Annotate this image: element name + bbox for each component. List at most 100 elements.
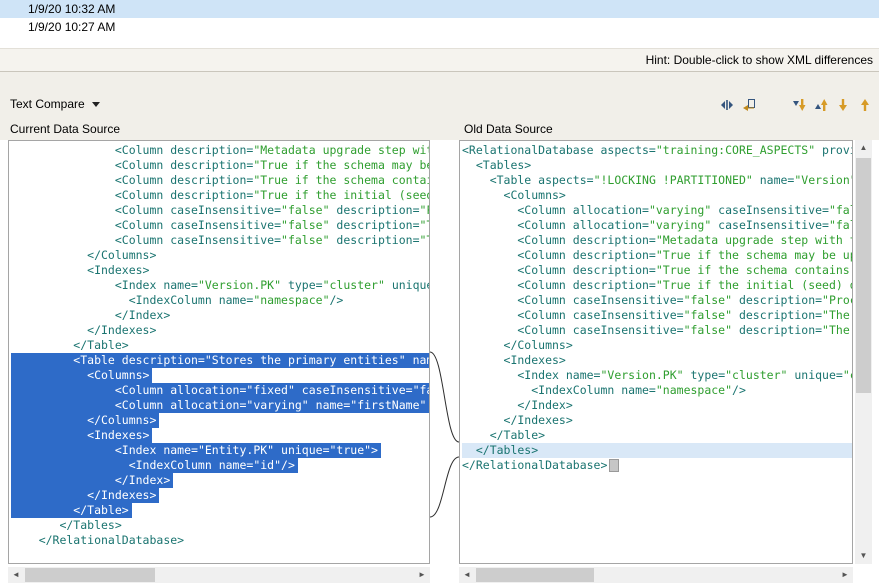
code-line[interactable]: <RelationalDatabase aspects="training:CO… (462, 143, 853, 158)
code-line[interactable]: <Column allocation="varying" caseInsensi… (462, 218, 853, 233)
viewer-switcher-dropdown[interactable]: Text Compare (10, 97, 100, 111)
code-line[interactable]: <Column description="Metadata upgrade st… (11, 143, 430, 158)
code-line[interactable]: <Column allocation="fixed" caseInsensiti… (11, 383, 430, 398)
code-token: "namespace" (656, 383, 732, 397)
history-item[interactable]: 1/9/20 10:27 AM (0, 18, 879, 36)
code-line[interactable]: </Columns> (11, 248, 156, 263)
next-difference-icon[interactable] (788, 95, 810, 115)
code-token: "cluster" (323, 278, 385, 292)
compare-toolbar-buttons (716, 95, 876, 115)
scroll-left-button[interactable]: ◄ (459, 567, 475, 583)
scroll-right-button[interactable]: ► (837, 567, 853, 583)
code-line[interactable]: </Table> (462, 428, 545, 443)
code-line[interactable]: </Columns> (462, 338, 573, 353)
copy-all-right-to-left-icon[interactable] (738, 95, 760, 115)
code-line[interactable]: </Index> (11, 473, 173, 488)
code-line[interactable]: <Column caseInsensitive="false" descript… (462, 308, 853, 323)
code-line[interactable]: <Column caseInsensitive="false" descript… (462, 323, 853, 338)
chevron-down-icon (92, 102, 100, 107)
code-line[interactable]: <Column description="True if the schema … (462, 263, 853, 278)
scroll-down-button[interactable]: ▼ (855, 548, 872, 564)
code-line[interactable]: </Indexes> (11, 323, 156, 338)
code-token: </Index> (462, 398, 573, 412)
code-token: > (371, 443, 378, 457)
code-line[interactable]: <Indexes> (11, 263, 149, 278)
code-line[interactable]: <Column caseInsensitive="false" descript… (11, 203, 430, 218)
code-line[interactable]: <IndexColumn name="id"/> (11, 458, 298, 473)
code-line[interactable]: </RelationalDatabase> (462, 458, 619, 473)
code-line[interactable]: <Column description="True if the initial… (11, 188, 430, 203)
code-line[interactable]: <Column description="True if the schema … (11, 158, 430, 173)
code-line[interactable]: <Column allocation="varying" caseInsensi… (462, 203, 853, 218)
code-token: <Column caseInsensitive= (11, 233, 281, 247)
code-token: <Table description= (11, 353, 205, 367)
code-token: "varying" (649, 203, 711, 217)
code-line[interactable]: <Column caseInsensitive="false" descript… (11, 233, 430, 248)
horizontal-scrollbar-thumb[interactable] (25, 568, 155, 582)
code-line[interactable]: </Table> (11, 338, 129, 353)
code-line[interactable]: <Column description="True if the schema … (462, 248, 853, 263)
code-line[interactable]: </Table> (11, 503, 132, 518)
code-line[interactable]: <Indexes> (11, 428, 152, 443)
code-line[interactable]: </Indexes> (462, 413, 573, 428)
code-token: </Columns> (11, 248, 156, 262)
code-token: <IndexColumn name= (11, 458, 253, 472)
code-line[interactable]: </Index> (11, 308, 170, 323)
code-line[interactable]: </Indexes> (11, 488, 159, 503)
code-line[interactable]: </Index> (462, 398, 573, 413)
code-line[interactable]: <Table description="Stores the primary e… (11, 353, 430, 368)
code-token: <Column caseInsensitive= (462, 293, 684, 307)
code-line[interactable]: <Index name="Entity.PK" unique="true"> (11, 443, 381, 458)
code-line[interactable]: <Column allocation="varying" name="first… (11, 398, 430, 413)
left-horizontal-scrollbar[interactable]: ◄ ► (8, 567, 430, 583)
code-token: "clu (843, 368, 853, 382)
code-line[interactable]: <Column description="True if the schema … (11, 173, 430, 188)
code-token: <Column description= (11, 143, 253, 157)
code-token: <Indexes> (11, 428, 149, 442)
code-line[interactable]: <Column caseInsensitive="false" descript… (11, 218, 430, 233)
code-line[interactable]: </Tables> (11, 518, 122, 533)
code-token: "The na (420, 218, 430, 232)
code-token: <Table aspects= (462, 173, 594, 187)
code-line[interactable]: <Column description="True if the initial… (462, 278, 853, 293)
code-token: "firstName" (350, 398, 426, 412)
code-token: "True if the schema contains th (656, 263, 853, 277)
code-line[interactable]: </Tables> (462, 443, 852, 458)
code-line[interactable]: <Index name="Version.PK" type="cluster" … (462, 368, 853, 383)
code-line[interactable]: <Columns> (11, 368, 152, 383)
vertical-scrollbar-thumb[interactable] (856, 158, 871, 393)
code-line[interactable]: </RelationalDatabase> (11, 533, 184, 548)
code-line[interactable]: <Index name="Version.PK" type="cluster" … (11, 278, 430, 293)
code-token: </Table> (462, 428, 545, 442)
code-token: "Metadata upgrade step with the (656, 233, 853, 247)
code-line[interactable]: <IndexColumn name="namespace"/> (11, 293, 343, 308)
next-change-icon[interactable] (832, 95, 854, 115)
vertical-scrollbar[interactable]: ▲ ▼ (855, 140, 872, 564)
previous-change-icon[interactable] (854, 95, 876, 115)
code-line[interactable]: </Columns> (11, 413, 159, 428)
swap-left-right-icon[interactable] (716, 95, 738, 115)
history-item[interactable]: 1/9/20 10:32 AM (0, 0, 879, 18)
structure-compare-list[interactable]: 1/9/20 10:32 AM1/9/20 10:27 AM (0, 0, 879, 48)
code-line[interactable]: <Indexes> (462, 353, 566, 368)
code-line[interactable]: <Table aspects="!LOCKING !PARTITIONED" n… (462, 173, 853, 188)
code-line[interactable]: <Tables> (462, 158, 531, 173)
code-token: "Proces (822, 293, 853, 307)
code-line[interactable]: <IndexColumn name="namespace"/> (462, 383, 746, 398)
code-token: type= (281, 278, 323, 292)
code-line[interactable]: <Column caseInsensitive="false" descript… (462, 293, 853, 308)
right-editor[interactable]: <RelationalDatabase aspects="training:CO… (459, 140, 853, 564)
previous-difference-icon[interactable] (810, 95, 832, 115)
code-token: description= (732, 308, 822, 322)
right-horizontal-scrollbar[interactable]: ◄ ► (459, 567, 853, 583)
left-editor[interactable]: <Column description="Metadata upgrade st… (8, 140, 430, 564)
code-token: "false" (281, 233, 329, 247)
code-line[interactable]: <Columns> (462, 188, 566, 203)
scroll-up-button[interactable]: ▲ (855, 140, 872, 156)
code-line[interactable]: <Column description="Metadata upgrade st… (462, 233, 853, 248)
scroll-right-button[interactable]: ► (414, 567, 430, 583)
code-token: description= (330, 233, 420, 247)
scroll-left-button[interactable]: ◄ (8, 567, 24, 583)
horizontal-scrollbar-thumb[interactable] (476, 568, 594, 582)
code-token: "true" (330, 443, 372, 457)
